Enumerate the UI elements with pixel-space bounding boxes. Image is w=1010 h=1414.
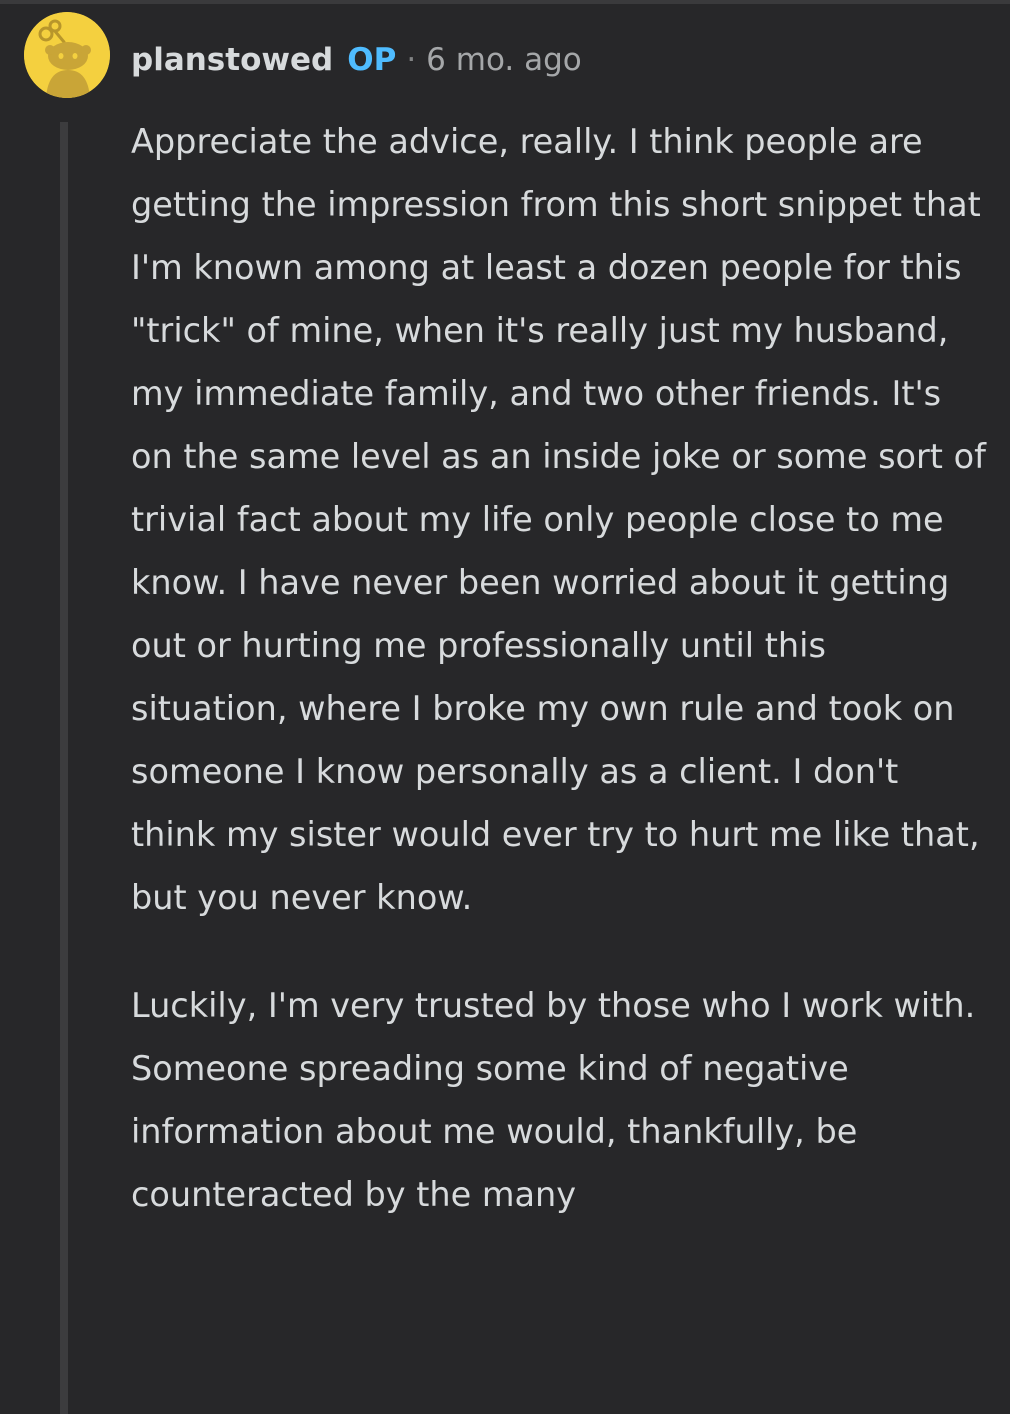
comment-body: Appreciate the advice, really. I think p… <box>131 110 986 1271</box>
comment-panel: planstowed OP · 6 mo. ago Appreciate the… <box>0 0 1010 1414</box>
meta-separator: · <box>406 42 417 78</box>
comment-timestamp[interactable]: 6 mo. ago <box>426 42 582 78</box>
comment-paragraph: Appreciate the advice, really. I think p… <box>131 122 986 917</box>
comment-paragraph: Luckily, I'm very trusted by those who I… <box>131 986 976 1214</box>
op-badge: OP <box>347 42 397 78</box>
thread-collapse-line[interactable] <box>60 122 68 1414</box>
username-link[interactable]: planstowed <box>131 42 333 78</box>
user-avatar[interactable] <box>24 12 110 98</box>
comment-meta: planstowed OP · 6 mo. ago <box>131 38 582 82</box>
snoo-avatar-icon <box>24 12 110 98</box>
